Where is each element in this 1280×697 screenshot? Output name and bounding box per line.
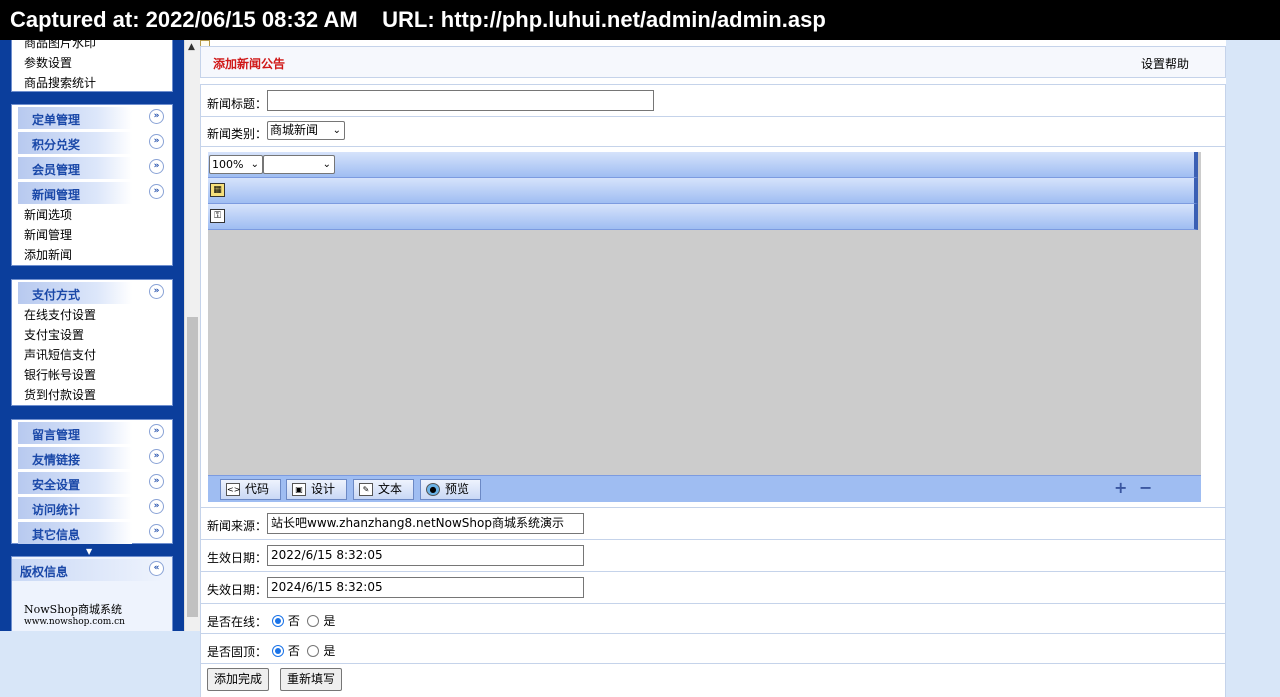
left-frame: 商品图片水印 参数设置 商品搜索统计 定单管理» 积分兑奖» 会员管理» 新闻管… bbox=[0, 40, 200, 697]
end-date-input[interactable]: 2024/6/15 8:32:05 bbox=[267, 577, 584, 598]
pin-no-radio[interactable] bbox=[272, 645, 284, 657]
start-date-input[interactable]: 2022/6/15 8:32:05 bbox=[267, 545, 584, 566]
scrollbar-thumb[interactable] bbox=[187, 317, 198, 617]
news-source-input[interactable]: 站长吧www.zhanzhang8.netNowShop商城系统演示 bbox=[267, 513, 584, 534]
online-yes-radio[interactable] bbox=[307, 615, 320, 627]
group-stats[interactable]: 访问统计» bbox=[12, 495, 172, 520]
editor-mode-bar: <> 代码 ▣ 设计 ✎ 文本 ● 预览 + − bbox=[208, 475, 1201, 502]
globe-icon: ● bbox=[426, 483, 440, 496]
tab-preview[interactable]: ● 预览 bbox=[420, 479, 481, 500]
chevron-down-icon[interactable]: » bbox=[149, 159, 164, 174]
product-submenu: 商品图片水印 参数设置 商品搜索统计 bbox=[11, 40, 173, 92]
help-link[interactable]: 设置帮助 bbox=[1141, 55, 1189, 72]
chevron-down-icon[interactable]: » bbox=[149, 499, 164, 514]
chevron-up-icon[interactable]: « bbox=[149, 561, 164, 576]
sidebar-item-online-pay[interactable]: 在线支付设置 bbox=[12, 305, 172, 325]
group-news[interactable]: 新闻管理» bbox=[12, 180, 172, 205]
group-members[interactable]: 会员管理» bbox=[12, 155, 172, 180]
copyright-url[interactable]: www.nowshop.com.cn bbox=[24, 617, 125, 627]
group-orders[interactable]: 定单管理» bbox=[12, 105, 172, 130]
group-copyright[interactable]: 版权信息 « bbox=[12, 557, 172, 582]
menu-box-misc: 留言管理» 友情链接» 安全设置» 访问统计» 其它信息» bbox=[11, 419, 173, 544]
chevron-down-icon: ⌄ bbox=[322, 159, 331, 170]
row-online: 是否在线： 否 是 bbox=[200, 604, 1226, 634]
row-end-date: 失效日期： 2024/6/15 8:32:05 bbox=[200, 572, 1226, 604]
row-category: 新闻类别： 商城新闻 ⌄ bbox=[200, 117, 1226, 147]
main-content: 添加新闻公告 设置帮助 新闻标题： 新闻类别： 商城新闻 ⌄ 100% ⌄ ⌄ ▦ … bbox=[200, 40, 1226, 697]
editor-toolbar-3: ⚿ bbox=[208, 204, 1198, 230]
menu-box-payment: 支付方式» 在线支付设置 支付宝设置 声讯短信支付 银行帐号设置 货到付款设置 bbox=[11, 279, 173, 406]
row-title: 新闻标题： bbox=[200, 84, 1226, 117]
tab-text[interactable]: ✎ 文本 bbox=[353, 479, 414, 500]
page-title: 添加新闻公告 bbox=[213, 57, 286, 71]
copyright-product: NowShop商城系统 bbox=[24, 603, 122, 616]
chevron-down-icon[interactable]: » bbox=[149, 474, 164, 489]
chevron-down-icon[interactable]: » bbox=[149, 449, 164, 464]
editor-toolbar-1: 100% ⌄ ⌄ bbox=[208, 152, 1198, 178]
tab-design[interactable]: ▣ 设计 bbox=[286, 479, 347, 500]
design-icon: ▣ bbox=[292, 483, 306, 496]
submit-button[interactable]: 添加完成 bbox=[207, 668, 270, 691]
group-security[interactable]: 安全设置» bbox=[12, 470, 172, 495]
right-margin bbox=[1226, 40, 1280, 697]
reset-button[interactable]: 重新填写 bbox=[280, 668, 343, 691]
sidebar-scrollbar[interactable]: ▲ bbox=[184, 40, 200, 631]
page-header: 添加新闻公告 设置帮助 bbox=[200, 46, 1226, 78]
table-icon[interactable]: ▦ bbox=[210, 183, 225, 197]
collapse-minus-icon[interactable]: − bbox=[1139, 478, 1152, 497]
news-category-select[interactable]: 商城新闻 ⌄ bbox=[267, 121, 345, 140]
key-icon[interactable]: ⚿ bbox=[210, 209, 225, 223]
sidebar-item-watermark[interactable]: 商品图片水印 bbox=[12, 40, 172, 53]
chevron-down-icon[interactable]: » bbox=[149, 424, 164, 439]
row-actions: 添加完成 重新填写 bbox=[200, 664, 1226, 697]
chevron-down-icon[interactable]: » bbox=[149, 184, 164, 199]
capture-banner: Captured at: 2022/06/15 08:32 AM URL: ht… bbox=[0, 0, 1280, 40]
group-payment[interactable]: 支付方式» bbox=[12, 280, 172, 305]
row-pin-top: 是否固顶： 否 是 bbox=[200, 634, 1226, 664]
sidebar-item-news-options[interactable]: 新闻选项 bbox=[12, 205, 172, 225]
row-editor: 100% ⌄ ⌄ ▦ ⚿ <> 代码 ▣ 设计 ✎ 文本 ● 预览 + − bbox=[200, 147, 1226, 508]
scroll-up-icon[interactable]: ▲ bbox=[188, 42, 195, 52]
rich-text-editor[interactable]: 100% ⌄ ⌄ ▦ ⚿ <> 代码 ▣ 设计 ✎ 文本 ● 预览 + − bbox=[208, 152, 1201, 502]
chevron-down-icon: ⌄ bbox=[332, 125, 341, 136]
row-start-date: 生效日期： 2022/6/15 8:32:05 bbox=[200, 540, 1226, 572]
caret-down-icon: ▼ bbox=[86, 547, 93, 556]
chevron-down-icon[interactable]: » bbox=[149, 109, 164, 124]
news-title-input[interactable] bbox=[267, 90, 654, 111]
copyright-box: 版权信息 « NowShop商城系统 www.nowshop.com.cn bbox=[11, 556, 173, 631]
tab-code[interactable]: <> 代码 bbox=[220, 479, 281, 500]
text-icon: ✎ bbox=[359, 483, 373, 496]
zoom-select[interactable]: 100% ⌄ bbox=[209, 155, 263, 174]
group-other[interactable]: 其它信息» bbox=[12, 520, 172, 545]
pin-radio-group: 否 是 bbox=[272, 642, 335, 659]
group-guestbook[interactable]: 留言管理» bbox=[12, 420, 172, 445]
group-points[interactable]: 积分兑奖» bbox=[12, 130, 172, 155]
sidebar-item-cod[interactable]: 货到付款设置 bbox=[12, 385, 172, 405]
sidebar-item-search-stats[interactable]: 商品搜索统计 bbox=[12, 73, 172, 93]
sidebar-item-news-manage[interactable]: 新闻管理 bbox=[12, 225, 172, 245]
sidebar-item-add-news[interactable]: 添加新闻 bbox=[12, 245, 172, 265]
sidebar-panel: 商品图片水印 参数设置 商品搜索统计 定单管理» 积分兑奖» 会员管理» 新闻管… bbox=[0, 40, 184, 631]
expand-plus-icon[interactable]: + bbox=[1114, 478, 1127, 497]
sidebar-item-params[interactable]: 参数设置 bbox=[12, 53, 172, 73]
menu-box-orders-news: 定单管理» 积分兑奖» 会员管理» 新闻管理» 新闻选项 新闻管理 添加新闻 bbox=[11, 104, 173, 266]
chevron-down-icon[interactable]: » bbox=[149, 524, 164, 539]
group-links[interactable]: 友情链接» bbox=[12, 445, 172, 470]
chevron-down-icon[interactable]: » bbox=[149, 284, 164, 299]
sidebar-item-sms-pay[interactable]: 声讯短信支付 bbox=[12, 345, 172, 365]
sidebar-item-bank-account[interactable]: 银行帐号设置 bbox=[12, 365, 172, 385]
editor-toolbar-2: ▦ bbox=[208, 178, 1198, 204]
row-source: 新闻来源： 站长吧www.zhanzhang8.netNowShop商城系统演示 bbox=[200, 508, 1226, 540]
sidebar-item-alipay[interactable]: 支付宝设置 bbox=[12, 325, 172, 345]
chevron-down-icon: ⌄ bbox=[250, 159, 259, 170]
online-no-radio[interactable] bbox=[272, 615, 284, 627]
chevron-down-icon[interactable]: » bbox=[149, 134, 164, 149]
code-icon: <> bbox=[226, 483, 241, 496]
online-radio-group: 否 是 bbox=[272, 612, 335, 629]
editor-canvas[interactable] bbox=[208, 231, 1201, 475]
format-select[interactable]: ⌄ bbox=[263, 155, 335, 174]
pin-yes-radio[interactable] bbox=[307, 645, 320, 657]
